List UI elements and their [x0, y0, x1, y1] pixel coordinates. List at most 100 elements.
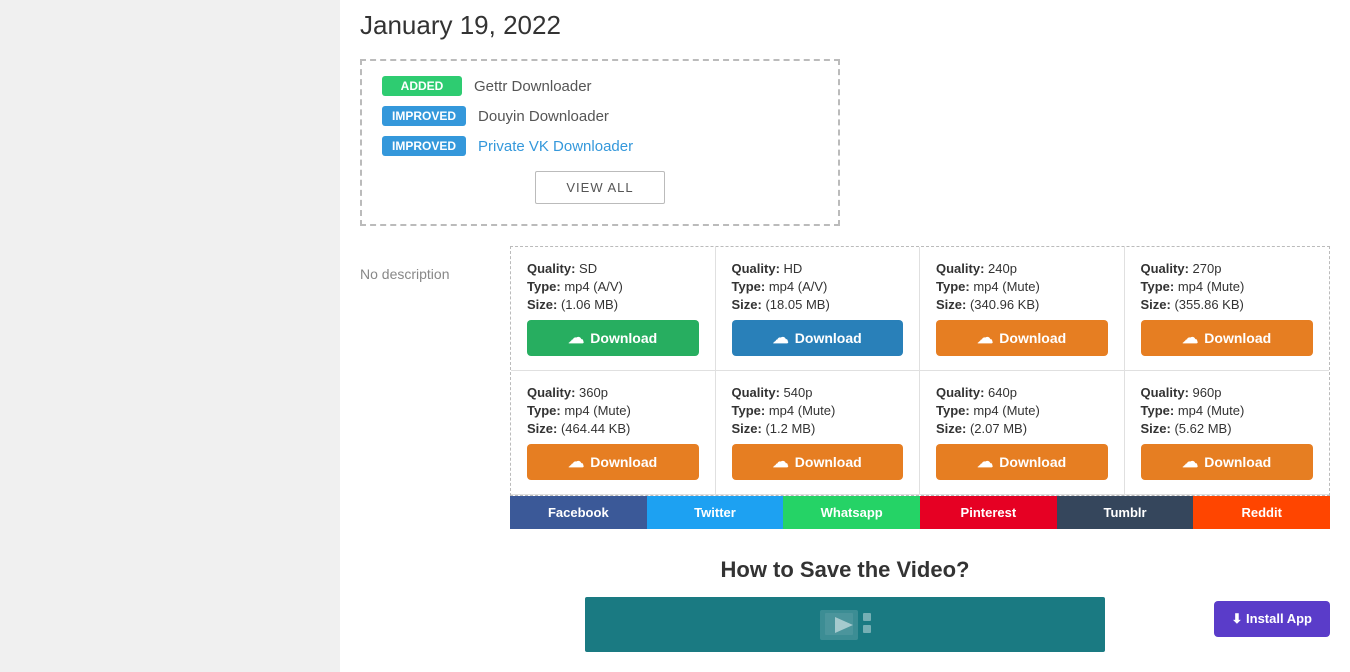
download-button-sd[interactable]: ☁ Download	[527, 320, 699, 356]
badge-added: ADDED	[382, 76, 462, 96]
download-button-270p[interactable]: ☁ Download	[1141, 320, 1314, 356]
type-val-640p: mp4 (Mute)	[973, 403, 1039, 418]
type-label-960p: Type:	[1141, 403, 1175, 418]
share-facebook-button[interactable]: Facebook	[510, 496, 647, 529]
changelog-item-1: ADDED Gettr Downloader	[382, 76, 818, 96]
download-label-270p: Download	[1204, 330, 1271, 346]
quality-line-hd: Quality: HD	[732, 261, 904, 276]
share-twitter-button[interactable]: Twitter	[647, 496, 784, 529]
download-button-640p[interactable]: ☁ Download	[936, 444, 1108, 480]
share-tumblr-button[interactable]: Tumblr	[1057, 496, 1194, 529]
grid-col: Quality: SD Type: mp4 (A/V) Size: (1.06 …	[510, 246, 1330, 529]
size-label-640p: Size:	[936, 421, 966, 436]
changelog-item-2: IMPROVED Douyin Downloader	[382, 106, 818, 126]
type-line-hd: Type: mp4 (A/V)	[732, 279, 904, 294]
type-label-240p: Type:	[936, 279, 970, 294]
download-label-360p: Download	[590, 454, 657, 470]
desc-col: No description	[360, 246, 490, 529]
size-line-960p: Size: (5.62 MB)	[1141, 421, 1314, 436]
download-button-hd[interactable]: ☁ Download	[732, 320, 904, 356]
download-label-sd: Download	[590, 330, 657, 346]
size-line-sd: Size: (1.06 MB)	[527, 297, 699, 312]
cloud-download-icon-hd: ☁	[773, 328, 789, 348]
size-val-640p: (2.07 MB)	[970, 421, 1027, 436]
download-cell-960p: Quality: 960p Type: mp4 (Mute) Size: (5.…	[1125, 371, 1330, 495]
type-val-960p: mp4 (Mute)	[1178, 403, 1244, 418]
quality-label-270p: Quality:	[1141, 261, 1189, 276]
page-wrapper: January 19, 2022 ADDED Gettr Downloader …	[0, 0, 1350, 672]
changelog-item-3: IMPROVED Private VK Downloader	[382, 136, 818, 156]
type-label-hd: Type:	[732, 279, 766, 294]
size-label-270p: Size:	[1141, 297, 1171, 312]
quality-val-960p: 960p	[1193, 385, 1222, 400]
download-button-960p[interactable]: ☁ Download	[1141, 444, 1314, 480]
type-label-sd: Type:	[527, 279, 561, 294]
size-val-hd: (18.05 MB)	[765, 297, 829, 312]
quality-val-640p: 640p	[988, 385, 1017, 400]
type-line-960p: Type: mp4 (Mute)	[1141, 403, 1314, 418]
size-val-sd: (1.06 MB)	[561, 297, 618, 312]
quality-val-270p: 270p	[1193, 261, 1222, 276]
type-val-hd: mp4 (A/V)	[769, 279, 828, 294]
download-cell-360p: Quality: 360p Type: mp4 (Mute) Size: (46…	[511, 371, 716, 495]
type-line-270p: Type: mp4 (Mute)	[1141, 279, 1314, 294]
type-line-360p: Type: mp4 (Mute)	[527, 403, 699, 418]
cloud-download-icon-540p: ☁	[773, 452, 789, 472]
cloud-download-icon-sd: ☁	[568, 328, 584, 348]
changelog-link-gettr[interactable]: Gettr Downloader	[474, 78, 592, 95]
download-cell-270p: Quality: 270p Type: mp4 (Mute) Size: (35…	[1125, 247, 1330, 371]
download-label-960p: Download	[1204, 454, 1271, 470]
size-label-960p: Size:	[1141, 421, 1171, 436]
download-cell-640p: Quality: 640p Type: mp4 (Mute) Size: (2.…	[920, 371, 1125, 495]
type-val-sd: mp4 (A/V)	[564, 279, 623, 294]
cloud-download-icon-960p: ☁	[1182, 452, 1198, 472]
type-val-360p: mp4 (Mute)	[564, 403, 630, 418]
cloud-download-icon-640p: ☁	[977, 452, 993, 472]
type-line-540p: Type: mp4 (Mute)	[732, 403, 904, 418]
type-line-240p: Type: mp4 (Mute)	[936, 279, 1108, 294]
view-all-wrap: VIEW ALL	[382, 171, 818, 204]
how-to-title: How to Save the Video?	[360, 557, 1330, 583]
type-label-640p: Type:	[936, 403, 970, 418]
download-cell-sd: Quality: SD Type: mp4 (A/V) Size: (1.06 …	[511, 247, 716, 371]
quality-label-960p: Quality:	[1141, 385, 1189, 400]
size-line-640p: Size: (2.07 MB)	[936, 421, 1108, 436]
size-label-sd: Size:	[527, 297, 557, 312]
description-area: No description Quality: SD Type: mp4 (A/…	[360, 246, 1330, 529]
download-button-240p[interactable]: ☁ Download	[936, 320, 1108, 356]
cloud-download-icon-270p: ☁	[1182, 328, 1198, 348]
quality-line-960p: Quality: 960p	[1141, 385, 1314, 400]
quality-line-270p: Quality: 270p	[1141, 261, 1314, 276]
size-line-540p: Size: (1.2 MB)	[732, 421, 904, 436]
download-cell-240p: Quality: 240p Type: mp4 (Mute) Size: (34…	[920, 247, 1125, 371]
type-val-240p: mp4 (Mute)	[973, 279, 1039, 294]
left-sidebar	[0, 0, 340, 672]
size-line-240p: Size: (340.96 KB)	[936, 297, 1108, 312]
share-reddit-button[interactable]: Reddit	[1193, 496, 1330, 529]
changelog-box: ADDED Gettr Downloader IMPROVED Douyin D…	[360, 59, 840, 226]
type-val-270p: mp4 (Mute)	[1178, 279, 1244, 294]
quality-line-360p: Quality: 360p	[527, 385, 699, 400]
cloud-download-icon-240p: ☁	[977, 328, 993, 348]
size-val-540p: (1.2 MB)	[765, 421, 815, 436]
main-content: January 19, 2022 ADDED Gettr Downloader …	[340, 0, 1350, 672]
quality-val-240p: 240p	[988, 261, 1017, 276]
share-pinterest-button[interactable]: Pinterest	[920, 496, 1057, 529]
changelog-link-douyin[interactable]: Douyin Downloader	[478, 108, 609, 125]
size-val-960p: (5.62 MB)	[1174, 421, 1231, 436]
download-label-540p: Download	[795, 454, 862, 470]
type-line-sd: Type: mp4 (A/V)	[527, 279, 699, 294]
download-cell-hd: Quality: HD Type: mp4 (A/V) Size: (18.05…	[716, 247, 921, 371]
type-val-540p: mp4 (Mute)	[769, 403, 835, 418]
size-line-360p: Size: (464.44 KB)	[527, 421, 699, 436]
install-app-button[interactable]: ⬇ Install App	[1214, 601, 1330, 637]
quality-label-240p: Quality:	[936, 261, 984, 276]
changelog-link-vk[interactable]: Private VK Downloader	[478, 138, 633, 155]
download-label-hd: Download	[795, 330, 862, 346]
quality-val-360p: 360p	[579, 385, 608, 400]
share-whatsapp-button[interactable]: Whatsapp	[783, 496, 920, 529]
download-button-360p[interactable]: ☁ Download	[527, 444, 699, 480]
view-all-button[interactable]: VIEW ALL	[535, 171, 664, 204]
size-label-540p: Size:	[732, 421, 762, 436]
download-button-540p[interactable]: ☁ Download	[732, 444, 904, 480]
